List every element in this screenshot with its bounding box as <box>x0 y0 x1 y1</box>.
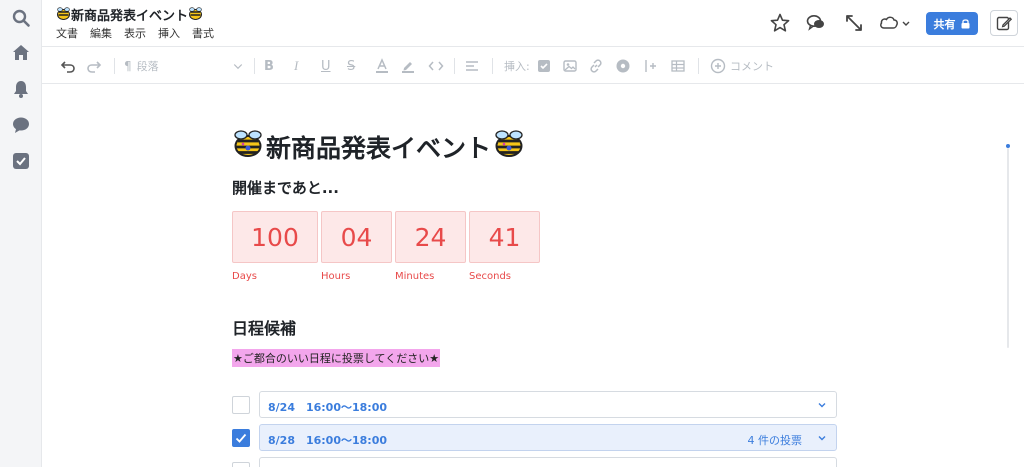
countdown-days-label: Days <box>232 271 257 282</box>
insert-mention-icon[interactable] <box>615 57 631 75</box>
checkmark-icon <box>235 433 247 443</box>
poll-option-1[interactable]: 8/24 16:00〜18:00 <box>259 391 837 418</box>
expand-icon[interactable] <box>843 12 865 34</box>
menu-edit[interactable]: 編集 <box>90 25 112 41</box>
menu-format[interactable]: 書式 <box>192 25 214 41</box>
comments-icon[interactable] <box>805 12 827 34</box>
bold-icon[interactable]: B <box>264 57 274 75</box>
lock-icon <box>961 19 969 29</box>
edit-button[interactable] <box>990 10 1018 36</box>
text-color-icon[interactable] <box>374 57 390 75</box>
bee-emoji-icon <box>188 7 203 24</box>
toolbar-divider <box>698 58 699 74</box>
document-title[interactable]: 新商品発表イベント <box>56 5 203 24</box>
insert-table-icon[interactable] <box>670 57 686 75</box>
insert-label: 挿入: <box>504 60 530 73</box>
countdown-hours-label: Hours <box>321 271 351 282</box>
home-icon[interactable] <box>11 43 31 63</box>
paragraph-style-select[interactable]: ¶ 段落 <box>124 57 244 75</box>
toolbar-divider <box>114 58 115 74</box>
scrollbar-track[interactable] <box>1007 148 1009 348</box>
insert-link-icon[interactable] <box>588 57 604 75</box>
highlight-color-icon[interactable] <box>400 57 416 75</box>
insert-image-icon[interactable] <box>562 57 578 75</box>
italic-icon[interactable]: I <box>294 57 298 75</box>
bee-emoji-icon <box>56 7 71 24</box>
schedule-section-title[interactable]: 日程候補 <box>232 315 296 339</box>
toolbar-divider <box>454 58 455 74</box>
insert-divider-icon[interactable] <box>642 57 658 75</box>
task-check-icon[interactable] <box>11 151 31 171</box>
vote-instruction-text[interactable]: ★ご都合のいい日程に投票してください★ <box>232 349 441 367</box>
edit-pen-icon <box>996 16 1012 31</box>
scrollbar-thumb[interactable] <box>1006 144 1010 148</box>
search-icon[interactable] <box>11 8 31 28</box>
left-sidebar <box>0 0 42 467</box>
countdown-hours-value: 04 <box>321 211 392 263</box>
underline-icon[interactable]: U <box>321 57 331 75</box>
chat-icon[interactable] <box>11 115 31 135</box>
countdown-days-value: 100 <box>232 211 318 263</box>
countdown-seconds-label: Seconds <box>469 271 512 282</box>
toolbar-divider <box>254 58 255 74</box>
poll-option-3-checkbox[interactable] <box>232 462 250 467</box>
redo-icon[interactable] <box>86 57 102 75</box>
star-icon[interactable] <box>769 12 791 34</box>
bell-icon[interactable] <box>11 79 31 99</box>
bee-emoji-icon <box>493 129 525 165</box>
chevron-down-icon <box>233 64 243 70</box>
document-body: 新商品発表イベント 開催まであと... 100 04 24 41 Days Ho… <box>42 85 1024 467</box>
poll-option-1-checkbox[interactable] <box>232 396 250 414</box>
share-button[interactable]: 共有 <box>926 12 978 35</box>
menu-view[interactable]: 表示 <box>124 25 146 41</box>
countdown-heading[interactable]: 開催まであと... <box>232 177 339 198</box>
strikethrough-icon[interactable]: S <box>347 57 355 75</box>
poll-option-2-checkbox[interactable] <box>232 429 250 447</box>
code-icon[interactable] <box>428 57 444 75</box>
menu-document[interactable]: 文書 <box>56 25 78 41</box>
menu-insert[interactable]: 挿入 <box>158 25 180 41</box>
pilcrow-icon: ¶ <box>124 59 132 73</box>
toolbar-divider <box>492 58 493 74</box>
countdown-minutes-label: Minutes <box>395 271 435 282</box>
status-cloud-dropdown-icon[interactable] <box>878 12 912 34</box>
editor-toolbar: ¶ 段落 B I U S 挿入: コメント <box>42 48 1024 84</box>
countdown-seconds-value: 41 <box>469 211 540 263</box>
chevron-down-icon[interactable] <box>816 399 828 411</box>
document-header: 新商品発表イベント 文書 編集 表示 挿入 書式 共有 <box>42 0 1024 47</box>
bee-emoji-icon <box>232 129 264 165</box>
countdown-minutes-value: 24 <box>395 211 466 263</box>
undo-icon[interactable] <box>60 57 76 75</box>
chevron-down-icon[interactable] <box>816 432 828 444</box>
add-comment-icon <box>710 58 726 74</box>
poll-option-2[interactable]: 8/28 16:00〜18:00 4 件の投票 <box>259 424 837 451</box>
poll-option-3[interactable] <box>259 457 837 467</box>
document-menu: 文書 編集 表示 挿入 書式 <box>56 25 214 41</box>
align-left-icon[interactable] <box>464 57 480 75</box>
page-title[interactable]: 新商品発表イベント <box>232 129 525 165</box>
add-comment-button[interactable]: コメント <box>710 57 774 75</box>
insert-checkbox-icon[interactable] <box>536 57 552 75</box>
